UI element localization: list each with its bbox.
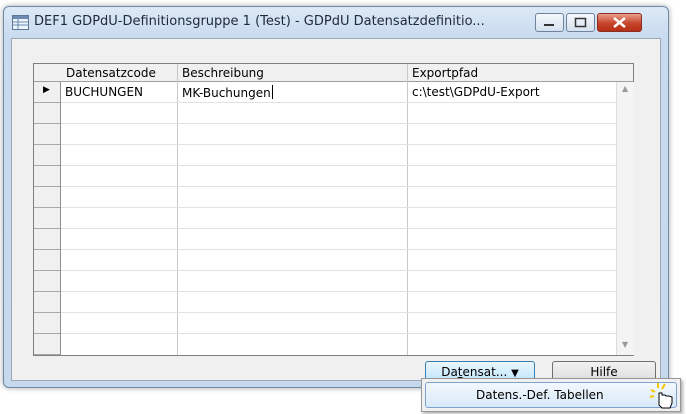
row-divider (61, 228, 616, 229)
row-divider (61, 312, 616, 313)
cell-datensatzcode[interactable]: BUCHUNGEN (65, 85, 143, 99)
row-selector[interactable] (34, 187, 60, 208)
client-area: Datensatzcode Beschreibung Exportpfad ▶ (11, 38, 661, 383)
scroll-down-icon[interactable]: ▼ (622, 340, 628, 349)
row-selector[interactable] (34, 292, 60, 313)
row-selector[interactable] (34, 271, 60, 292)
maximize-button[interactable] (566, 13, 595, 32)
column-header-datensatzcode[interactable]: Datensatzcode (66, 66, 156, 80)
row-selector[interactable] (34, 124, 60, 145)
grid-header: Datensatzcode Beschreibung Exportpfad (34, 64, 633, 82)
row-selector-column: ▶ (34, 82, 61, 355)
row-divider (61, 249, 616, 250)
row-divider (61, 333, 616, 334)
menu-item-datens-def-tabellen[interactable]: Datens.-Def. Tabellen (425, 382, 677, 409)
vertical-scrollbar[interactable]: ▲ ▼ (616, 82, 634, 355)
row-selector[interactable] (34, 103, 60, 124)
row-selector[interactable] (34, 313, 60, 334)
column-header-beschreibung[interactable]: Beschreibung (182, 66, 264, 80)
datensatz-label-prefix: Da (441, 365, 458, 379)
record-grid: Datensatzcode Beschreibung Exportpfad ▶ (33, 63, 634, 356)
row-divider (61, 102, 616, 103)
window: DEF1 GDPdU-Definitionsgruppe 1 (Test) - … (3, 6, 669, 388)
text-caret (271, 85, 273, 99)
window-title: DEF1 GDPdU-Definitionsgruppe 1 (Test) - … (34, 14, 485, 29)
row-selector[interactable] (34, 334, 60, 355)
scroll-up-icon[interactable]: ▲ (622, 84, 628, 93)
cell-beschreibung[interactable]: MK-Buchungen (182, 85, 273, 100)
menu-item-label: Datens.-Def. Tabellen (476, 388, 604, 402)
row-selector[interactable] (34, 229, 60, 250)
column-header-exportpfad[interactable]: Exportpfad (412, 66, 478, 80)
maximize-icon (574, 17, 587, 28)
close-icon (613, 17, 626, 28)
row-divider (61, 207, 616, 208)
row-selector[interactable] (34, 208, 60, 229)
row-divider (61, 291, 616, 292)
row-selector-current[interactable]: ▶ (34, 82, 60, 103)
minimize-icon (544, 24, 554, 26)
close-button[interactable] (597, 13, 642, 32)
minimize-button[interactable] (535, 13, 564, 32)
cell-beschreibung-text: MK-Buchungen (182, 86, 271, 100)
current-row-marker: ▶ (43, 85, 50, 95)
datensatz-dropdown-menu: Datens.-Def. Tabellen (421, 378, 681, 412)
cell-exportpfad[interactable]: c:\test\GDPdU-Export (412, 85, 540, 99)
row-selector[interactable] (34, 250, 60, 271)
table-icon (12, 15, 29, 30)
row-divider (61, 144, 616, 145)
hand-pointer-icon (649, 383, 673, 409)
row-divider (61, 186, 616, 187)
row-selector[interactable] (34, 166, 60, 187)
row-divider (61, 270, 616, 271)
row-selector[interactable] (34, 145, 60, 166)
datensatz-label-rest: ensat... (462, 365, 512, 379)
row-divider (61, 123, 616, 124)
row-divider (61, 165, 616, 166)
